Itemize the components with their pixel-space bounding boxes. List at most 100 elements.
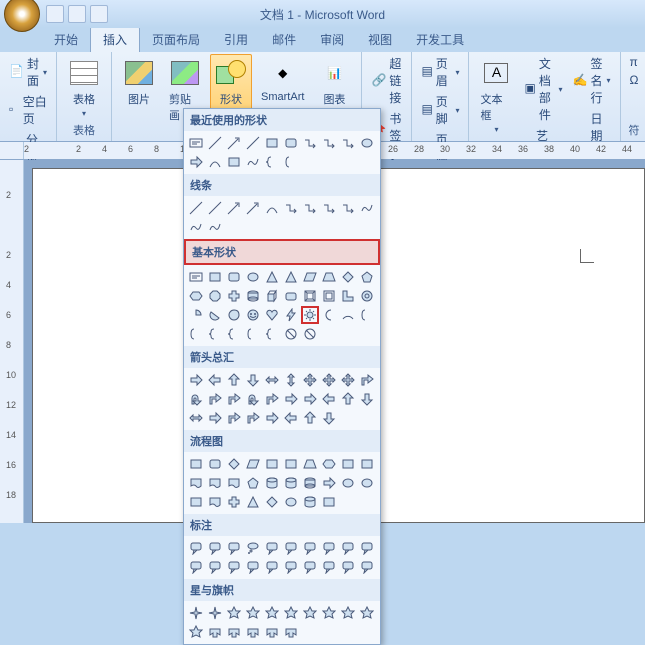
symbol-button[interactable]: Ω (627, 72, 642, 88)
shape-frame[interactable] (320, 287, 338, 305)
shape-arLR[interactable] (187, 409, 205, 427)
office-button[interactable] (4, 0, 40, 32)
shape-free[interactable] (358, 199, 376, 217)
shape-arUD[interactable] (282, 371, 300, 389)
chart-button[interactable]: 📊图表 (313, 54, 355, 110)
shape-arR[interactable] (187, 153, 205, 171)
shape-line[interactable] (187, 199, 205, 217)
shape-arL[interactable] (206, 371, 224, 389)
shape-bracket[interactable] (187, 325, 205, 343)
blank-page-button[interactable]: ▫空白页 (6, 92, 50, 128)
shape-call1[interactable] (187, 558, 205, 576)
shape-flowDoc[interactable] (225, 474, 243, 492)
tab-developer[interactable]: 开发工具 (404, 27, 476, 52)
shape-rect[interactable] (282, 455, 300, 473)
shape-curve[interactable] (206, 153, 224, 171)
shape-call1[interactable] (301, 539, 319, 557)
shape-rrect[interactable] (282, 134, 300, 152)
shape-conn[interactable] (282, 199, 300, 217)
shape-banner[interactable] (225, 623, 243, 641)
shape-para[interactable] (244, 455, 262, 473)
shape-conn[interactable] (301, 134, 319, 152)
shape-call1[interactable] (301, 558, 319, 576)
shape-arrow[interactable] (244, 199, 262, 217)
shape-rect[interactable] (339, 455, 357, 473)
shape-rrect[interactable] (225, 268, 243, 286)
shape-call1[interactable] (206, 558, 224, 576)
shape-brace[interactable] (206, 325, 224, 343)
shape-conn[interactable] (320, 134, 338, 152)
shape-call1[interactable] (225, 539, 243, 557)
shape-arLR[interactable] (263, 371, 281, 389)
shape-text[interactable] (187, 268, 205, 286)
shape-rect[interactable] (263, 455, 281, 473)
shape-bracket[interactable] (358, 306, 376, 324)
shape-heart[interactable] (263, 306, 281, 324)
hyperlink-button[interactable]: 🔗超链接 (368, 54, 405, 107)
shape-brace[interactable] (225, 325, 243, 343)
shape-arL[interactable] (282, 409, 300, 427)
shape-arBent[interactable] (244, 409, 262, 427)
shape-call1[interactable] (339, 558, 357, 576)
shape-arD[interactable] (358, 390, 376, 408)
tab-home[interactable]: 开始 (42, 27, 90, 52)
shape-rect[interactable] (263, 134, 281, 152)
shape-flowDB[interactable] (263, 474, 281, 492)
shape-arR[interactable] (301, 390, 319, 408)
shape-plus[interactable] (225, 287, 243, 305)
shape-flowDoc[interactable] (206, 493, 224, 511)
shape-diamond[interactable] (339, 268, 357, 286)
shape-arR[interactable] (187, 371, 205, 389)
shape-donut[interactable] (358, 287, 376, 305)
shape-arc[interactable] (339, 306, 357, 324)
shape-star5[interactable] (358, 604, 376, 622)
shape-can[interactable] (282, 287, 300, 305)
cover-page-button[interactable]: 📄封面▾ (6, 54, 50, 90)
shape-arR[interactable] (206, 409, 224, 427)
shape-brace[interactable] (263, 325, 281, 343)
shape-smile[interactable] (244, 306, 262, 324)
shape-cyl[interactable] (301, 474, 319, 492)
smartart-button[interactable]: ◆SmartArt (256, 54, 309, 106)
shape-hex[interactable] (320, 455, 338, 473)
shape-flowDB[interactable] (282, 474, 300, 492)
shape-call1[interactable] (263, 558, 281, 576)
shape-rect[interactable] (358, 455, 376, 473)
shape-star5[interactable] (187, 623, 205, 641)
shape-pent[interactable] (358, 268, 376, 286)
shape-rect[interactable] (187, 455, 205, 473)
shape-call1[interactable] (320, 558, 338, 576)
shape-free[interactable] (244, 153, 262, 171)
shape-arD[interactable] (320, 409, 338, 427)
shape-arrow[interactable] (225, 134, 243, 152)
shape-call1[interactable] (320, 539, 338, 557)
shape-tri[interactable] (244, 493, 262, 511)
shape-conn[interactable] (339, 199, 357, 217)
shape-cube[interactable] (263, 287, 281, 305)
shape-arR[interactable] (282, 390, 300, 408)
shape-arBent[interactable] (225, 409, 243, 427)
shape-line[interactable] (244, 134, 262, 152)
shape-ellipse[interactable] (339, 474, 357, 492)
tab-references[interactable]: 引用 (212, 27, 260, 52)
shape-arU[interactable] (339, 390, 357, 408)
parts-button[interactable]: ▣文档部件▾ (521, 54, 565, 124)
shape-call1[interactable] (244, 558, 262, 576)
shape-pent[interactable] (244, 474, 262, 492)
shape-call1[interactable] (282, 539, 300, 557)
table-button[interactable]: 表格 ▾ (63, 54, 105, 121)
shape-free[interactable] (206, 218, 224, 236)
tab-layout[interactable]: 页面布局 (140, 27, 212, 52)
shape-arU2[interactable] (244, 390, 262, 408)
shape-star5[interactable] (301, 604, 319, 622)
shape-arU[interactable] (225, 371, 243, 389)
shape-banner[interactable] (206, 623, 224, 641)
tab-insert[interactable]: 插入 (90, 26, 140, 52)
shape-star5[interactable] (263, 604, 281, 622)
footer-button[interactable]: ▤页脚▾ (418, 92, 462, 128)
shape-chord[interactable] (206, 306, 224, 324)
textbox-button[interactable]: A文本框▾ (475, 54, 517, 137)
shape-no[interactable] (282, 325, 300, 343)
shape-brace[interactable] (263, 153, 281, 171)
shape-bracket[interactable] (282, 153, 300, 171)
